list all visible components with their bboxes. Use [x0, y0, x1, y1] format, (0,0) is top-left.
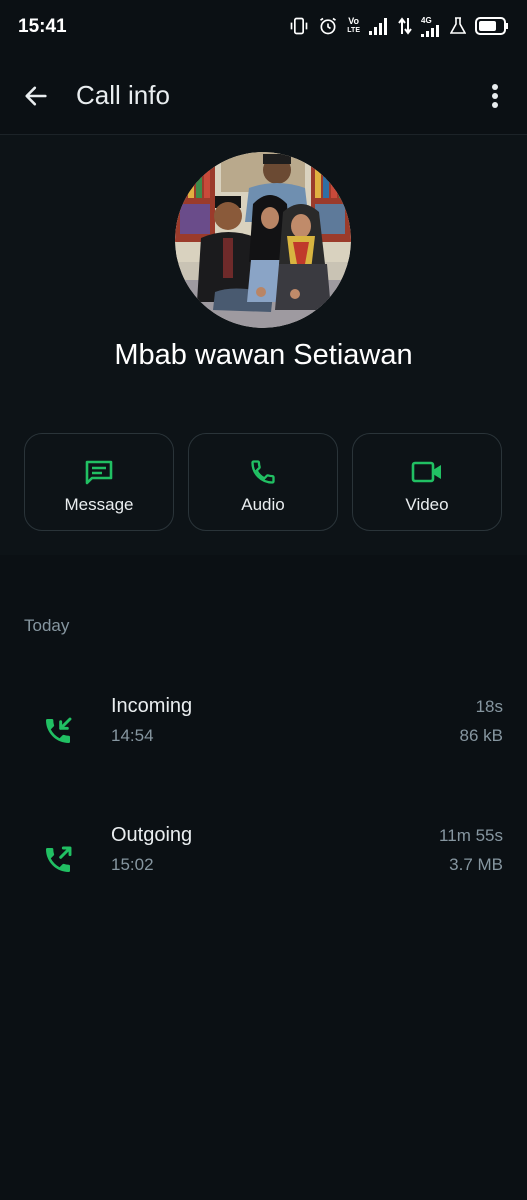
call-duration: 11m 55s	[439, 826, 503, 845]
status-time: 15:41	[18, 16, 67, 37]
back-button[interactable]	[18, 78, 54, 114]
app-bar: Call info	[0, 56, 527, 132]
contact-name: Mbab wawan Setiawan	[114, 339, 413, 371]
signal-4g-icon: 4G	[421, 16, 441, 37]
call-made-icon	[40, 842, 76, 878]
contact-photo	[175, 152, 351, 328]
phone-icon	[247, 456, 279, 488]
call-time: 15:02	[111, 855, 154, 874]
videocam-icon	[411, 456, 443, 488]
message-button[interactable]: Message	[24, 433, 174, 531]
call-type: Outgoing	[111, 824, 193, 846]
profile-section: Mbab wawan Setiawan Message Audio Video	[0, 135, 527, 555]
vibrate-icon	[289, 16, 309, 36]
battery-icon	[475, 17, 509, 35]
audio-label: Audio	[241, 495, 285, 514]
video-label: Video	[405, 495, 449, 514]
arrow-left-icon	[25, 86, 47, 106]
call-type: Incoming	[111, 695, 193, 717]
call-received-icon	[40, 713, 76, 749]
more-options-button[interactable]	[481, 78, 509, 114]
alarm-icon	[318, 16, 338, 36]
audio-call-button[interactable]: Audio	[188, 433, 338, 531]
video-call-button[interactable]: Video	[352, 433, 502, 531]
call-data-size: 3.7 MB	[449, 855, 503, 874]
section-label-today: Today	[24, 616, 70, 635]
avatar[interactable]	[175, 152, 351, 328]
call-log-row[interactable]: Incoming 14:54 18s 86 kB	[0, 695, 527, 775]
signal-icon	[369, 17, 389, 35]
more-vert-icon	[492, 84, 498, 108]
status-bar: 15:41 Vo LTE 4G	[0, 0, 527, 52]
call-log-row[interactable]: Outgoing 15:02 11m 55s 3.7 MB	[0, 824, 527, 904]
volte-indicator: Vo LTE	[347, 16, 360, 35]
call-duration: 18s	[475, 697, 503, 716]
lab-icon	[450, 17, 466, 35]
call-info-screen: 15:41 Vo LTE 4G Call info Mbab wawan Set…	[0, 0, 527, 1200]
call-data-size: 86 kB	[459, 726, 503, 745]
call-time: 14:54	[111, 726, 154, 745]
page-title: Call info	[76, 80, 170, 110]
message-icon	[83, 456, 115, 488]
status-icons: Vo LTE 4G	[289, 14, 509, 38]
data-transfer-icon	[398, 17, 412, 35]
message-label: Message	[64, 495, 134, 514]
